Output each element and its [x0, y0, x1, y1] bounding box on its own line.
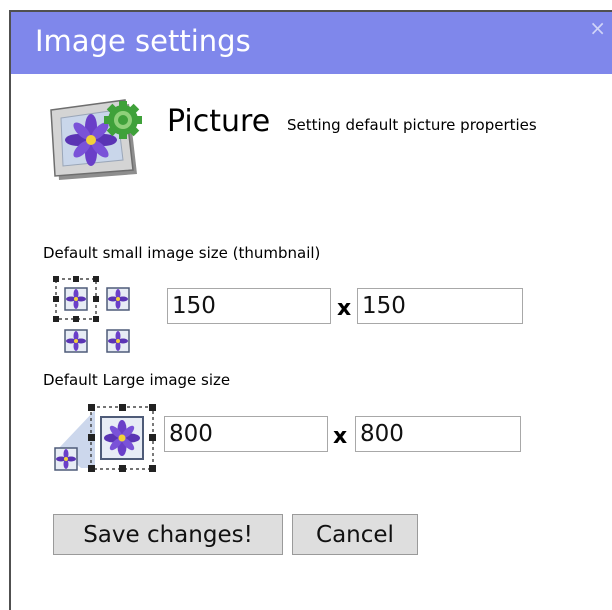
save-changes-button[interactable]: Save changes!	[53, 514, 283, 555]
thumbnail-size-icon	[53, 276, 133, 354]
small-width-input[interactable]	[167, 288, 331, 324]
small-image-size-label: Default small image size (thumbnail)	[43, 244, 321, 262]
header-subtitle: Setting default picture properties	[287, 116, 537, 134]
dialog-titlebar[interactable]: Image settings ×	[11, 12, 612, 74]
small-size-separator: x	[337, 296, 352, 321]
large-image-size-icon	[53, 404, 157, 476]
image-settings-dialog: Image settings × Picture Setting default…	[9, 10, 612, 610]
large-width-input[interactable]	[164, 416, 328, 452]
dialog-title: Image settings	[35, 24, 251, 58]
small-height-input[interactable]	[357, 288, 523, 324]
picture-settings-icon	[47, 98, 147, 182]
large-size-separator: x	[333, 424, 348, 449]
large-height-input[interactable]	[355, 416, 521, 452]
header-title: Picture	[167, 104, 271, 139]
cancel-button[interactable]: Cancel	[292, 514, 418, 555]
close-icon[interactable]: ×	[589, 16, 606, 40]
large-image-size-label: Default Large image size	[43, 371, 231, 389]
